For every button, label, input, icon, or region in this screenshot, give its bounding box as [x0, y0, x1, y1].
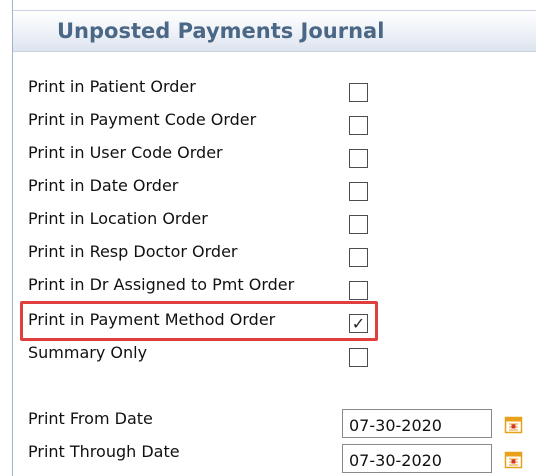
panel-header: Unposted Payments Journal	[13, 10, 536, 52]
resp-doctor-order-checkbox[interactable]	[349, 248, 368, 267]
option-label-date-order: Print in Date Order	[28, 176, 179, 195]
option-label-payment-method-order: Print in Payment Method Order	[28, 310, 276, 329]
through-date-input[interactable]	[342, 444, 492, 473]
page-title: Unposted Payments Journal	[57, 19, 385, 43]
from-date-input[interactable]	[342, 409, 492, 438]
option-label-dr-assigned-order: Print in Dr Assigned to Pmt Order	[28, 275, 295, 294]
through-date-label: Print Through Date	[28, 442, 180, 461]
option-label-patient-order: Print in Patient Order	[28, 77, 196, 96]
payment-method-order-checkbox[interactable]: ✓	[349, 314, 368, 333]
option-label-resp-doctor-order: Print in Resp Doctor Order	[28, 242, 238, 261]
date-order-checkbox[interactable]	[349, 182, 368, 201]
option-label-user-code-order: Print in User Code Order	[28, 143, 223, 162]
payment-code-order-checkbox[interactable]	[349, 116, 368, 135]
location-order-checkbox[interactable]	[349, 215, 368, 234]
option-label-payment-code-order: Print in Payment Code Order	[28, 110, 257, 129]
calendar-icon[interactable]	[504, 450, 523, 469]
panel-frame	[12, 0, 536, 476]
option-label-summary-only: Summary Only	[28, 343, 148, 362]
from-date-label: Print From Date	[28, 409, 153, 428]
calendar-icon[interactable]	[504, 415, 523, 434]
option-label-location-order: Print in Location Order	[28, 209, 208, 228]
dr-assigned-order-checkbox[interactable]	[349, 281, 368, 300]
user-code-order-checkbox[interactable]	[349, 149, 368, 168]
patient-order-checkbox[interactable]	[349, 83, 368, 102]
summary-only-checkbox[interactable]	[349, 348, 368, 367]
